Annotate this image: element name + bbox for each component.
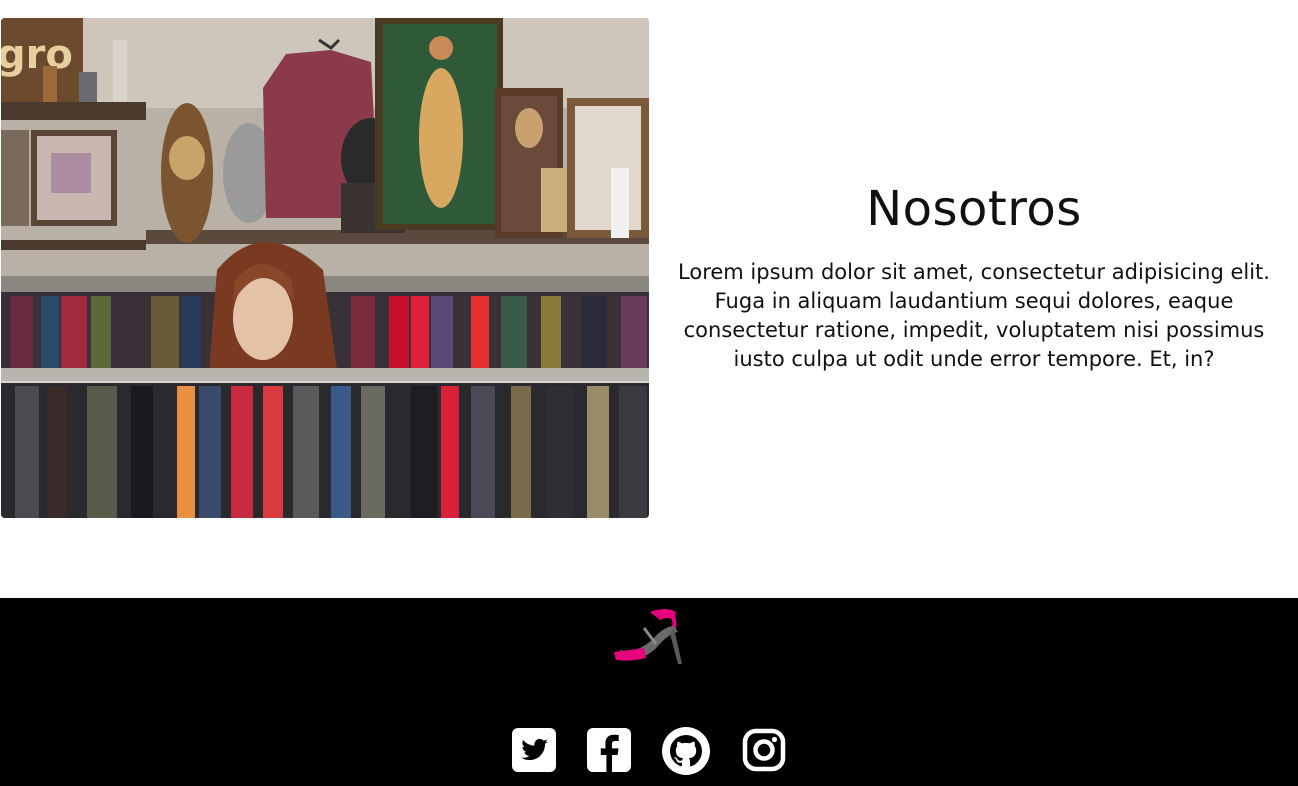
about-description: Lorem ipsum dolor sit amet, consectetur … (678, 260, 1270, 371)
github-icon[interactable] (661, 726, 711, 776)
about-section: gro Nosotros Lorem ipsum dolor sit amet,… (0, 0, 1298, 598)
social-links (0, 726, 1298, 776)
store-photo: gro (1, 18, 649, 518)
photo-sign-text: gro (1, 32, 73, 78)
high-heel-shoe-icon[interactable] (610, 606, 688, 670)
about-title: Nosotros (866, 181, 1082, 237)
facebook-icon[interactable] (585, 726, 635, 776)
instagram-icon[interactable] (740, 726, 790, 776)
twitter-icon[interactable] (510, 726, 560, 776)
about-text: Nosotros Lorem ipsum dolor sit amet, con… (652, 178, 1296, 374)
